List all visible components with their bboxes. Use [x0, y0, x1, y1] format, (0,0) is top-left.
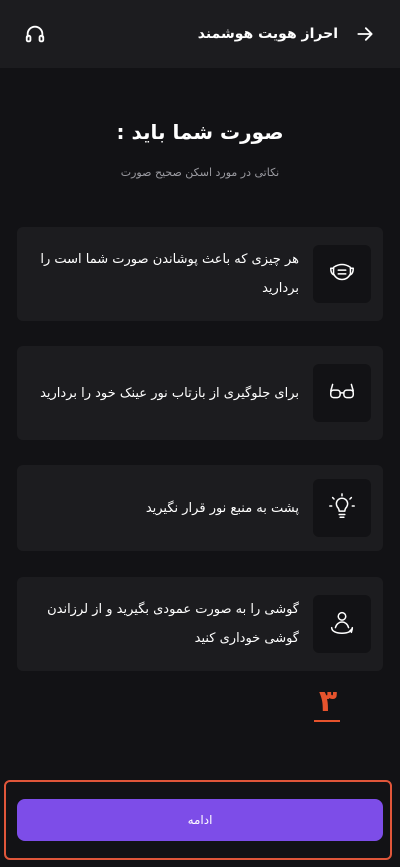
headset-icon[interactable] [22, 21, 48, 47]
top-bar: احراز هویت هوشمند [0, 0, 400, 68]
tip-text: گوشی را به صورت عمودی بگیرید و از لرزاند… [47, 602, 299, 646]
tip-text: پشت به منبع نور قرار نگیرید [145, 500, 299, 516]
page-header-title: احراز هویت هوشمند [197, 26, 338, 42]
tip-card-remove-covering: هر چیزی که باعث پوشاندن صورت شما است را … [17, 227, 383, 321]
tip-text: هر چیزی که باعث پوشاندن صورت شما است را … [40, 252, 299, 296]
phone-rotate-user-icon [327, 607, 357, 641]
continue-button[interactable]: ادامه [17, 799, 383, 841]
header-title-group: احراز هویت هوشمند [198, 21, 378, 47]
tip-icon-box [313, 245, 371, 303]
face-mask-icon [327, 257, 357, 291]
step-number-label: ۳ [318, 683, 338, 719]
page-subtitle: نکاتی در مورد اسکن صحیح صورت [120, 166, 280, 179]
tip-icon-box [313, 595, 371, 653]
glasses-icon [327, 376, 357, 410]
page-title: صورت شما باید : [116, 120, 284, 144]
tip-card-remove-glasses: برای جلوگیری از بازتاب نور عینک خود را ب… [17, 346, 383, 440]
tip-text: برای جلوگیری از بازتاب نور عینک خود را ب… [40, 385, 299, 401]
lightbulb-icon [327, 491, 357, 525]
tip-icon-box [313, 364, 371, 422]
arrow-right-icon[interactable] [352, 21, 378, 47]
tip-card-hold-phone: گوشی را به صورت عمودی بگیرید و از لرزاند… [17, 577, 383, 671]
tip-icon-box [313, 479, 371, 537]
step-number-underline [314, 720, 340, 722]
tip-card-light-source: پشت به منبع نور قرار نگیرید [17, 465, 383, 551]
step-number-annotation: ۳ [310, 680, 346, 722]
